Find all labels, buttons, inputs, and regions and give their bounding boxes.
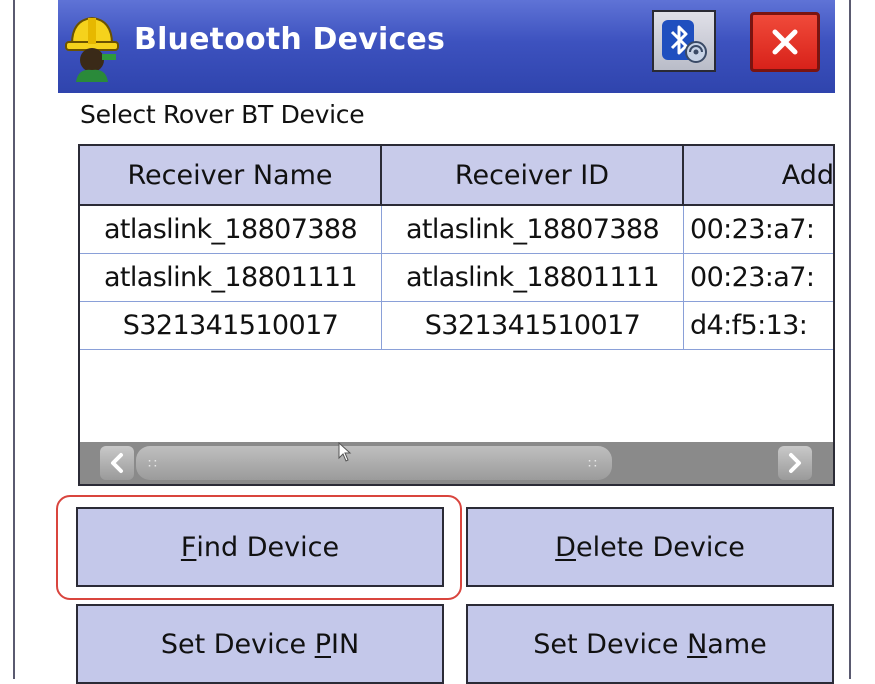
- set-name-label-prefix: Set Device: [533, 628, 688, 660]
- find-label: ind Device: [196, 531, 340, 563]
- scrollbar-thumb[interactable]: ∷ ∷: [136, 446, 612, 480]
- delete-label: elete Device: [575, 531, 745, 563]
- column-header-address[interactable]: Add: [684, 146, 833, 204]
- chevron-left-icon: [111, 453, 123, 473]
- window-frame-right: [849, 0, 851, 679]
- cell-address: d4:f5:13:: [684, 302, 833, 350]
- window-frame-left: [13, 0, 15, 679]
- cell-address: 00:23:a7:: [684, 254, 833, 302]
- window-title: Bluetooth Devices: [134, 22, 446, 57]
- set-name-mnemonic: N: [687, 628, 708, 660]
- cell-receiver-name: atlaslink_18807388: [80, 206, 382, 254]
- find-device-button[interactable]: Find Device: [76, 507, 444, 587]
- horizontal-scrollbar[interactable]: ∷ ∷: [80, 442, 833, 484]
- mouse-cursor-icon: [338, 441, 352, 467]
- delete-mnemonic: D: [555, 531, 576, 563]
- cell-receiver-id: atlaslink_18801111: [382, 254, 684, 302]
- bluetooth-settings-icon: [662, 20, 707, 63]
- set-device-name-button[interactable]: Set Device Name: [466, 604, 834, 684]
- find-mnemonic: F: [180, 531, 197, 563]
- title-bar: Bluetooth Devices: [58, 0, 835, 93]
- grip-icon: ∷: [588, 455, 597, 471]
- cell-receiver-name: atlaslink_18801111: [80, 254, 382, 302]
- table-row[interactable]: atlaslink_18807388 atlaslink_18807388 00…: [80, 206, 833, 254]
- select-device-label: Select Rover BT Device: [80, 100, 365, 129]
- cell-receiver-id: S321341510017: [382, 302, 684, 350]
- bluetooth-settings-button[interactable]: [652, 10, 716, 72]
- scroll-left-button[interactable]: [100, 446, 134, 480]
- cell-receiver-name: S321341510017: [80, 302, 382, 350]
- set-pin-mnemonic: P: [314, 628, 331, 660]
- chevron-right-icon: [789, 453, 801, 473]
- column-header-receiver-name[interactable]: Receiver Name: [80, 146, 382, 204]
- set-pin-label-prefix: Set Device: [160, 628, 315, 660]
- table-row[interactable]: atlaslink_18801111 atlaslink_18801111 00…: [80, 254, 833, 302]
- table-row[interactable]: S321341510017 S321341510017 d4:f5:13:: [80, 302, 833, 350]
- set-pin-label-suffix: IN: [330, 628, 360, 660]
- cell-address: 00:23:a7:: [684, 206, 833, 254]
- close-icon: [772, 29, 798, 55]
- scroll-right-button[interactable]: [778, 446, 812, 480]
- device-table[interactable]: Receiver Name Receiver ID Add atlaslink_…: [78, 144, 835, 486]
- set-device-pin-button[interactable]: Set Device P IN: [76, 604, 444, 684]
- set-name-label-suffix: ame: [707, 628, 767, 660]
- close-button[interactable]: [750, 12, 820, 72]
- table-header: Receiver Name Receiver ID Add: [80, 146, 833, 206]
- surveyor-hardhat-icon: [62, 10, 120, 82]
- delete-device-button[interactable]: Delete Device: [466, 507, 834, 587]
- cell-receiver-id: atlaslink_18807388: [382, 206, 684, 254]
- column-header-receiver-id[interactable]: Receiver ID: [382, 146, 684, 204]
- grip-icon: ∷: [148, 455, 157, 471]
